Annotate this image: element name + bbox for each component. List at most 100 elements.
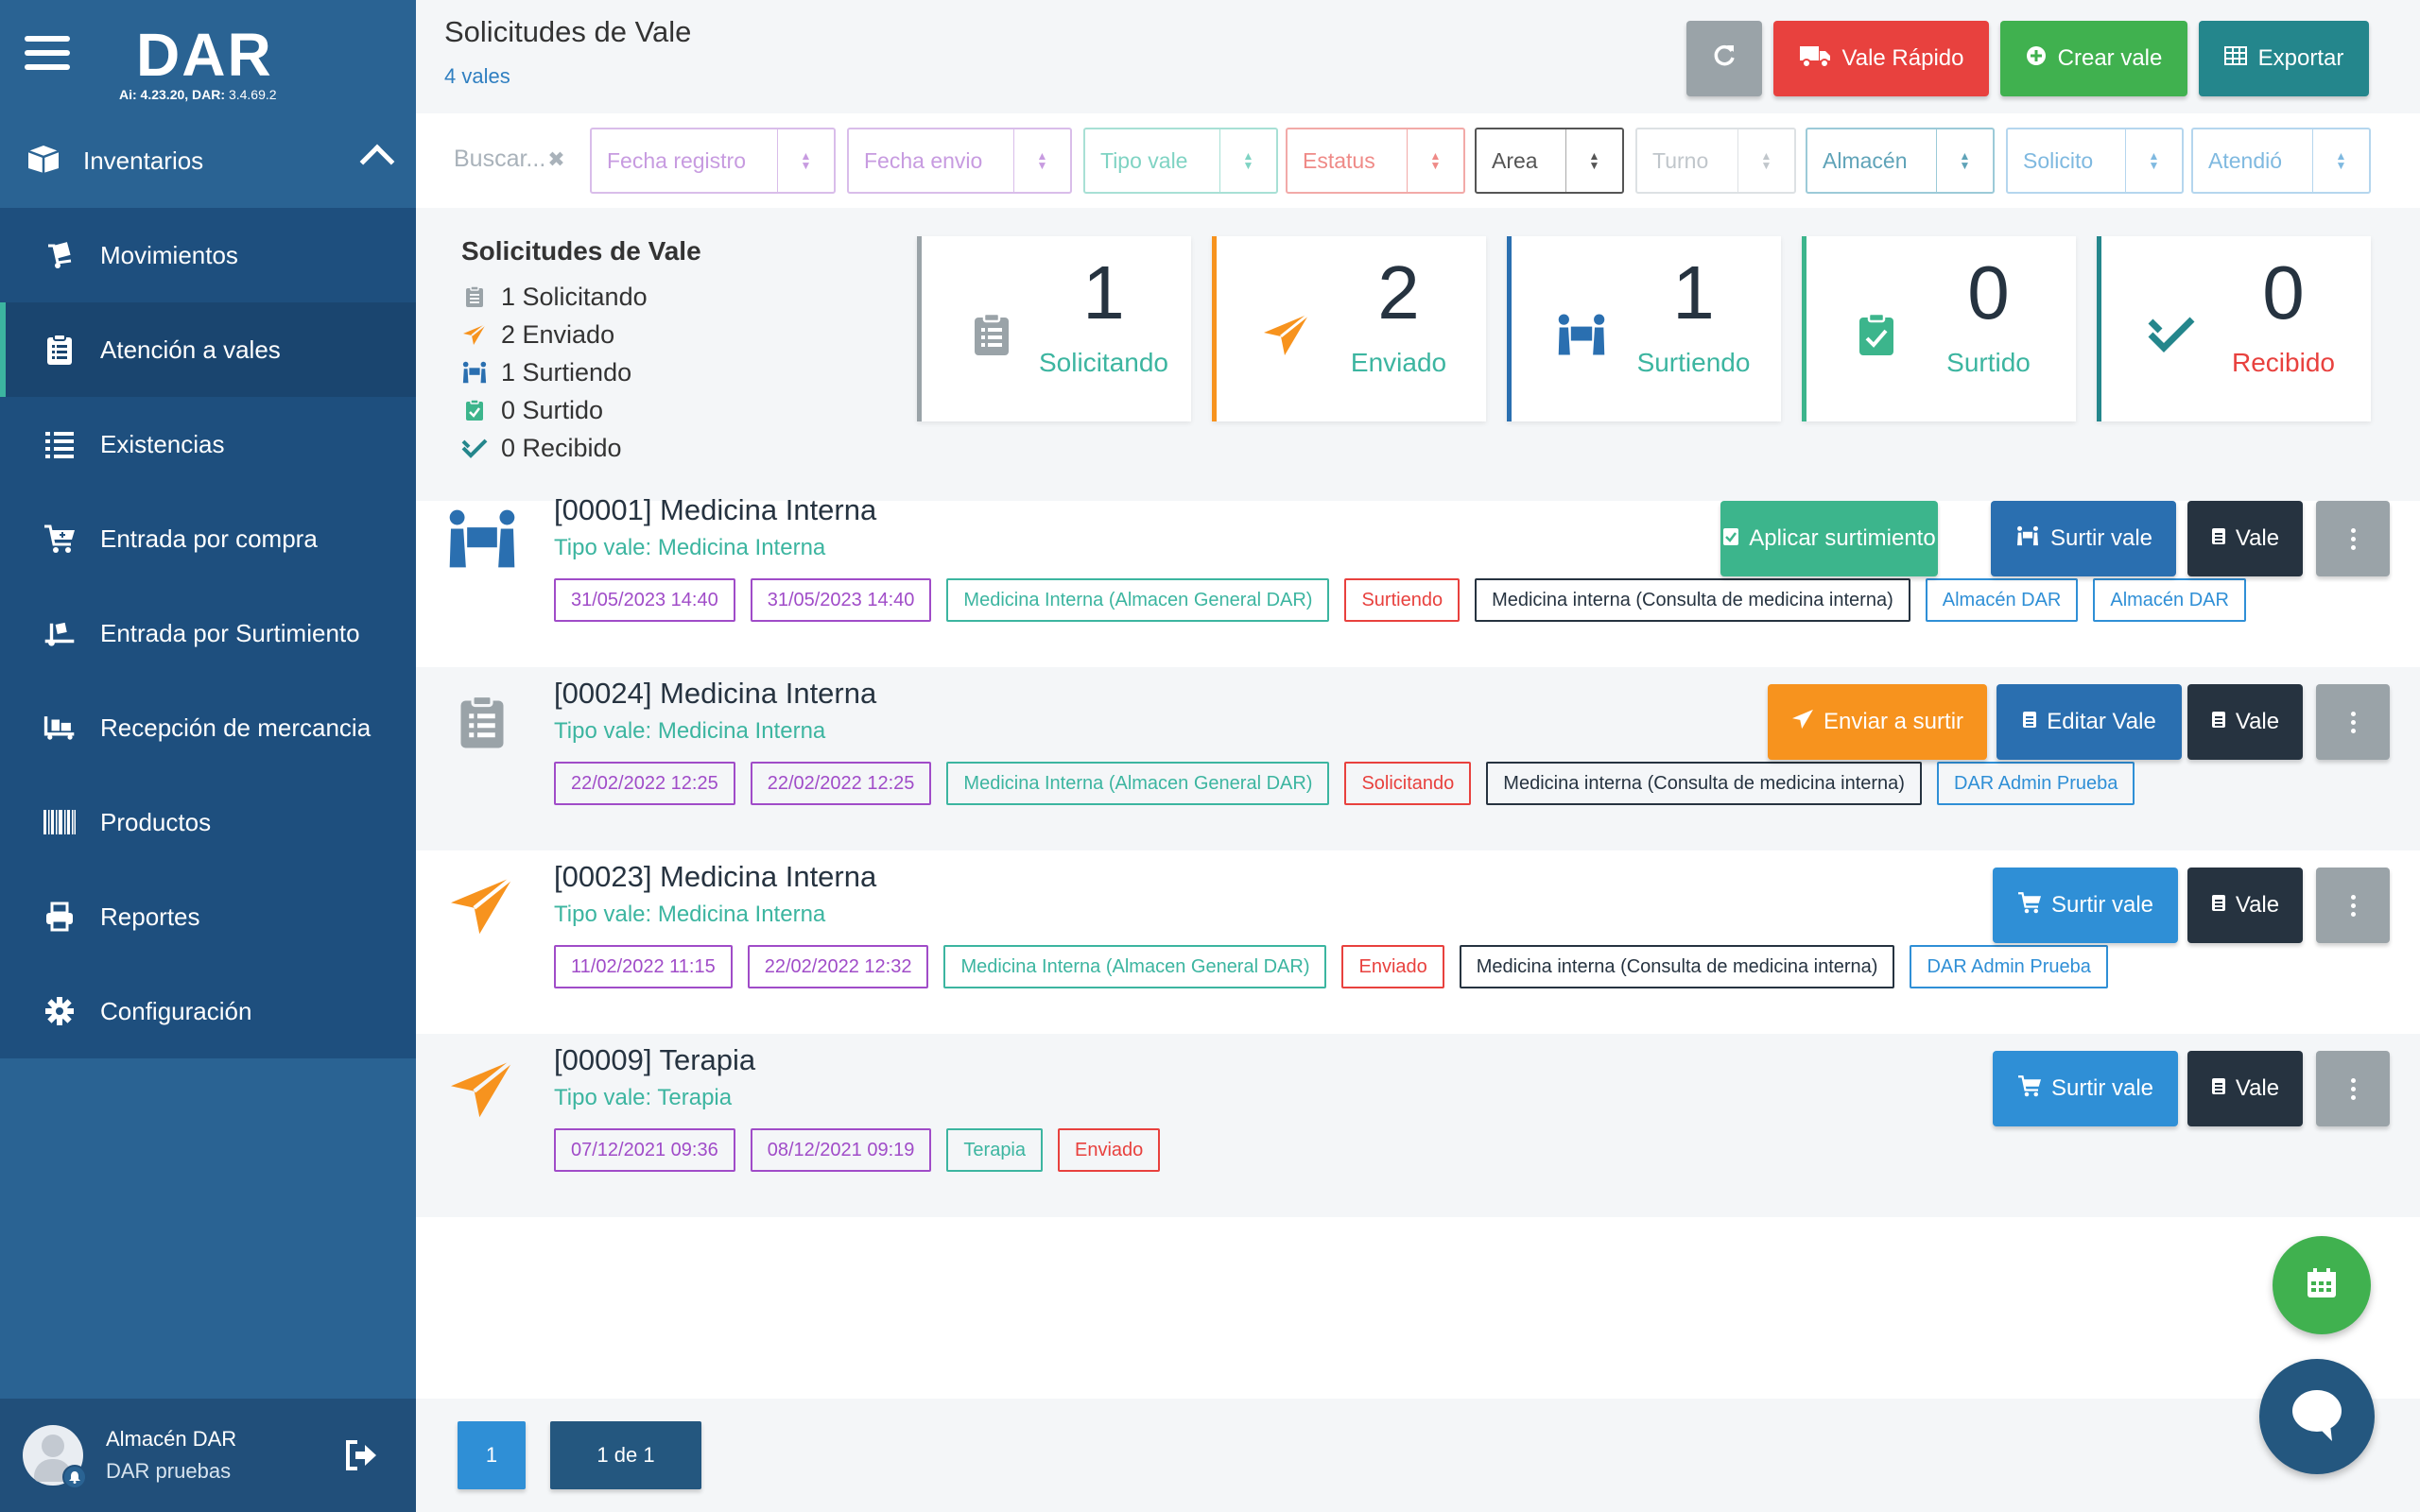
exportar-button[interactable]: Exportar [2199, 21, 2369, 96]
search-input[interactable]: Buscar...✖ [454, 146, 565, 173]
surtir-vale-button[interactable]: Surtir vale [1991, 501, 2176, 576]
filter-tipo-vale[interactable]: Tipo vale ▲ ▼ [1083, 128, 1278, 194]
double-check-icon [461, 435, 488, 461]
clear-search-icon[interactable]: ✖ [547, 147, 564, 171]
sidebar-item-label: Productos [100, 807, 212, 836]
calendar-icon [2305, 1266, 2339, 1305]
vale-row[interactable]: [00023] Medicina Interna Tipo vale: Medi… [416, 850, 2420, 1034]
tag-estatus: Solicitando [1344, 762, 1472, 805]
sidebar-item-recepcion[interactable]: Recepción de mercancia [0, 680, 416, 775]
aplicar-surtimiento-button[interactable]: Aplicar surtimiento [1720, 501, 1938, 576]
filter-label: Atendió [2208, 147, 2283, 173]
vale-title[interactable]: [00024] Medicina Interna [554, 677, 876, 711]
sidebar-item-configuracion[interactable]: Configuración [0, 964, 416, 1058]
sidebar-item-entrada-compra[interactable]: Entrada por compra [0, 491, 416, 586]
tag-area: Medicina interna (Consulta de medicina i… [1459, 945, 1895, 988]
vale-button[interactable]: Vale [2187, 868, 2303, 943]
sidebar-item-entrada-surtimiento[interactable]: Entrada por Surtimiento [0, 586, 416, 680]
page-of-indicator[interactable]: 1 de 1 [550, 1421, 701, 1489]
summary-card-surtiendo[interactable]: 1 Surtiendo [1507, 236, 1781, 421]
vale-row[interactable]: [00001] Medicina Interna Tipo vale: Medi… [416, 484, 2420, 667]
vale-title[interactable]: [00001] Medicina Interna [554, 493, 876, 527]
boxes-icon [25, 144, 62, 179]
cart-icon [2017, 1074, 2042, 1104]
sidebar-item-atencion-vales[interactable]: Atención a vales [0, 302, 416, 397]
surtir-vale-button[interactable]: Surtir vale [1993, 1051, 2178, 1126]
sidebar-item-reportes[interactable]: Reportes [0, 869, 416, 964]
pallet-icon [43, 712, 76, 744]
summary-card-solicitando[interactable]: 1 Solicitando [917, 236, 1191, 421]
sidebar-item-productos[interactable]: Productos [0, 775, 416, 869]
sort-arrows-icon: ▲ ▼ [1013, 129, 1070, 192]
clipboard-list-icon [43, 334, 76, 366]
enviar-a-surtir-button[interactable]: Enviar a surtir [1768, 684, 1987, 760]
summary-card-recibido[interactable]: 0 Recibido [2097, 236, 2371, 421]
filter-label: Fecha registro [607, 147, 747, 173]
chevron-up-icon[interactable] [359, 144, 395, 180]
filter-fecha-envio[interactable]: Fecha envio ▲ ▼ [847, 128, 1072, 194]
summary-row-recibido: 0 Recibido [461, 429, 701, 467]
truck-loading-icon [43, 617, 76, 649]
more-options-button[interactable] [2316, 501, 2390, 576]
vale-title[interactable]: [00009] Terapia [554, 1043, 755, 1077]
vale-row[interactable]: [00024] Medicina Interna Tipo vale: Medi… [416, 667, 2420, 850]
vale-button[interactable]: Vale [2187, 501, 2303, 576]
more-options-button[interactable] [2316, 684, 2390, 760]
vale-tipo: Tipo vale: Medicina Interna [554, 718, 826, 744]
filter-turno[interactable]: Turno ▲ ▼ [1635, 128, 1796, 194]
hamburger-menu-icon[interactable] [25, 36, 70, 74]
more-options-button[interactable] [2316, 868, 2390, 943]
page-number-button[interactable]: 1 [458, 1421, 526, 1489]
clipboard-list-icon [461, 284, 488, 310]
paper-plane-icon [442, 1053, 522, 1125]
filter-almacen[interactable]: Almacén ▲ ▼ [1806, 128, 1995, 194]
filter-solicito[interactable]: Solicito ▲ ▼ [2006, 128, 2184, 194]
sidebar-item-movimientos[interactable]: Movimientos [0, 208, 416, 302]
chat-button[interactable] [2259, 1359, 2375, 1474]
tag-fecha-envio: 31/05/2023 14:40 [750, 578, 932, 622]
summary-card-enviado[interactable]: 2 Enviado [1212, 236, 1486, 421]
sort-arrows-icon: ▲ ▼ [2125, 129, 2182, 192]
filter-bar: Buscar...✖ Fecha registro ▲ ▼ Fecha envio… [416, 113, 2420, 208]
sidebar-group-inventarios[interactable]: Inventarios [0, 113, 416, 208]
crear-vale-button[interactable]: Crear vale [2000, 21, 2187, 96]
vale-rapido-button[interactable]: Vale Rápido [1773, 21, 1989, 96]
sidebar-item-existencias[interactable]: Existencias [0, 397, 416, 491]
calendar-button[interactable] [2273, 1236, 2371, 1334]
summary-card-surtido[interactable]: 0 Surtido [1802, 236, 2076, 421]
bell-icon[interactable] [62, 1465, 87, 1489]
clipboard-list-icon [2211, 525, 2226, 552]
refresh-icon [1712, 43, 1737, 75]
people-carry-icon [442, 503, 522, 575]
list-icon [43, 428, 76, 460]
sidebar-item-label: Atención a vales [100, 335, 281, 364]
logout-icon[interactable] [344, 1438, 378, 1472]
tag-solicito: DAR Admin Prueba [1910, 945, 2108, 988]
refresh-button[interactable] [1686, 21, 1762, 96]
card-label: Recibido [2232, 348, 2335, 377]
vale-tipo: Tipo vale: Medicina Interna [554, 535, 826, 560]
vale-tipo: Tipo vale: Medicina Interna [554, 902, 826, 927]
filter-estatus[interactable]: Estatus ▲ ▼ [1286, 128, 1465, 194]
filter-atendio[interactable]: Atendió ▲ ▼ [2191, 128, 2371, 194]
filter-fecha-registro[interactable]: Fecha registro ▲ ▼ [590, 128, 836, 194]
filter-area[interactable]: Area ▲ ▼ [1475, 128, 1624, 194]
card-value: 0 [1967, 250, 2010, 335]
surtir-vale-button[interactable]: Surtir vale [1993, 868, 2178, 943]
sidebar: DAR Ai: 4.23.20, DAR: 3.4.69.2 Inventari… [0, 0, 416, 1512]
editar-vale-button[interactable]: Editar Vale [1996, 684, 2182, 760]
vale-title[interactable]: [00023] Medicina Interna [554, 860, 876, 894]
tag-solicito: Almacén DAR [1925, 578, 2079, 622]
card-value: 1 [1672, 250, 1715, 335]
exportar-label: Exportar [2257, 45, 2344, 71]
more-options-button[interactable] [2316, 1051, 2390, 1126]
filter-label: Estatus [1303, 147, 1375, 173]
vale-button[interactable]: Vale [2187, 1051, 2303, 1126]
vale-button[interactable]: Vale [2187, 684, 2303, 760]
barcode-icon [43, 806, 76, 838]
vale-row[interactable]: [00009] Terapia Tipo vale: Terapia 07/12… [416, 1034, 2420, 1217]
tag-fecha-registro: 22/02/2022 12:25 [554, 762, 735, 805]
card-label: Solicitando [1039, 348, 1168, 377]
avatar[interactable] [23, 1425, 87, 1489]
card-value: 2 [1377, 250, 1420, 335]
